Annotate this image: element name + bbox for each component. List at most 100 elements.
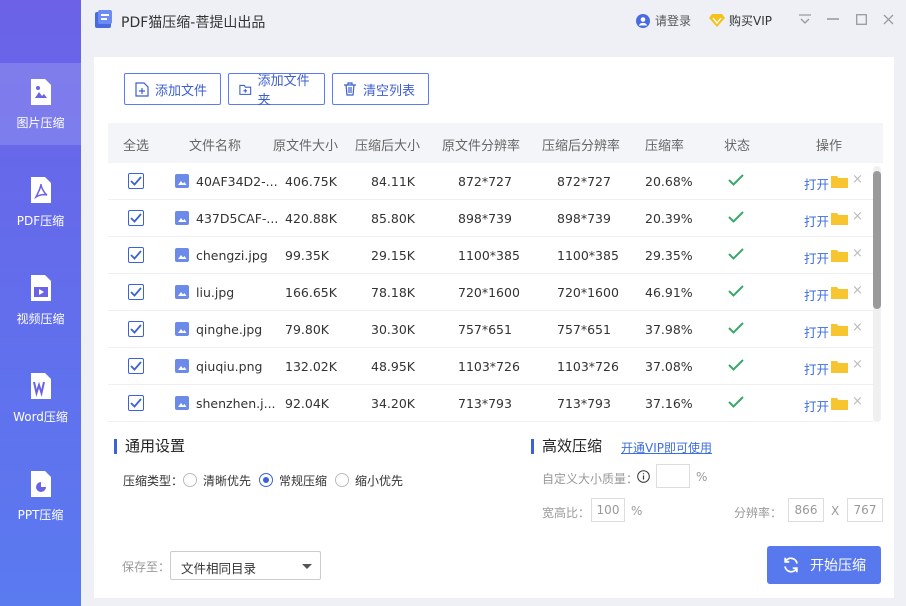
delete-icon[interactable]: × [852, 320, 863, 335]
open-link[interactable]: 打开 [804, 211, 829, 230]
custom-size-input[interactable] [656, 464, 690, 488]
row-checkbox[interactable] [128, 247, 144, 263]
orig-resolution: 872*727 [458, 174, 512, 189]
row-checkbox[interactable] [128, 395, 144, 411]
sidebar-item-ppt[interactable]: PPT压缩 [0, 455, 81, 537]
sidebar-item-word[interactable]: Word压缩 [0, 357, 81, 439]
table-row[interactable]: 40AF34D2-... 406.75K 84.11K 872*727 872*… [108, 163, 873, 200]
info-icon[interactable] [637, 470, 650, 483]
table-row[interactable]: liu.jpg 166.65K 78.18K 720*1600 720*1600… [108, 274, 873, 311]
table-row[interactable]: qinghe.jpg 79.80K 30.30K 757*651 757*651… [108, 311, 873, 348]
radio-clarity[interactable] [183, 473, 197, 487]
radio-normal[interactable] [259, 473, 273, 487]
aspect-input[interactable]: 100 [591, 498, 625, 522]
table-row[interactable]: shenzhen.j... 92.04K 34.20K 713*793 713*… [108, 385, 873, 422]
add-file-label: 添加文件 [155, 83, 208, 99]
row-checkbox[interactable] [128, 321, 144, 337]
close-icon[interactable] [880, 11, 896, 27]
custom-size-label: 自定义大小质量： [542, 472, 639, 486]
new-resolution: 1100*385 [557, 248, 619, 263]
folder-icon[interactable] [831, 286, 848, 299]
orig-size: 420.88K [285, 211, 337, 226]
save-location-value: 文件相同目录 [181, 561, 257, 576]
user-icon [636, 13, 650, 28]
add-file-button[interactable]: 添加文件 [124, 73, 221, 105]
add-folder-button[interactable]: 添加文件夹 [228, 73, 325, 108]
new-resolution: 720*1600 [557, 285, 619, 300]
row-checkbox[interactable] [128, 173, 144, 189]
new-resolution: 898*739 [557, 211, 611, 226]
save-location-select[interactable]: 文件相同目录 [170, 551, 321, 580]
check-icon [728, 322, 744, 337]
save-to-label: 保存至： [122, 560, 171, 574]
trash-icon [344, 82, 356, 96]
compression-ratio: 46.91% [645, 285, 693, 300]
select-all[interactable]: 全选 [123, 135, 149, 154]
folder-icon[interactable] [831, 323, 848, 336]
delete-icon[interactable]: × [852, 209, 863, 224]
row-checkbox[interactable] [128, 210, 144, 226]
delete-icon[interactable]: × [852, 172, 863, 187]
resolution-height-input[interactable]: 767 [847, 498, 883, 522]
resolution-label: 分辨率： [734, 506, 783, 520]
radio-normal-label[interactable]: 常规压缩 [279, 472, 327, 489]
folder-icon[interactable] [831, 360, 848, 373]
orig-resolution: 1103*726 [458, 359, 520, 374]
new-size: 78.18K [371, 285, 415, 300]
orig-resolution: 720*1600 [458, 285, 520, 300]
new-size: 85.80K [371, 211, 415, 226]
open-link[interactable]: 打开 [804, 174, 829, 193]
check-icon [728, 285, 744, 300]
sidebar-item-image[interactable]: 图片压缩 [0, 63, 81, 145]
scrollbar-thumb[interactable] [873, 171, 881, 309]
table-row[interactable]: chengzi.jpg 99.35K 29.15K 1100*385 1100*… [108, 237, 873, 274]
compression-ratio: 20.39% [645, 211, 693, 226]
radio-clarity-label[interactable]: 清晰优先 [203, 472, 251, 489]
open-link[interactable]: 打开 [804, 359, 829, 378]
check-icon [728, 174, 744, 189]
maximize-icon[interactable] [853, 11, 869, 27]
folder-icon[interactable] [831, 397, 848, 410]
orig-resolution: 1100*385 [458, 248, 520, 263]
row-checkbox[interactable] [128, 284, 144, 300]
check-icon [728, 248, 744, 263]
delete-icon[interactable]: × [852, 394, 863, 409]
login-label: 请登录 [655, 14, 692, 28]
open-link[interactable]: 打开 [804, 248, 829, 267]
folder-icon[interactable] [831, 175, 848, 188]
delete-icon[interactable]: × [852, 283, 863, 298]
sidebar-item-pdf[interactable]: PDF压缩 [0, 161, 81, 243]
start-compress-button[interactable]: 开始压缩 [767, 546, 881, 584]
open-vip-link[interactable]: 开通VIP即可使用 [621, 439, 712, 456]
add-folder-label: 添加文件夹 [257, 74, 310, 108]
open-link[interactable]: 打开 [804, 322, 829, 341]
menu-icon[interactable] [797, 11, 813, 27]
sidebar-item-video[interactable]: 视频压缩 [0, 259, 81, 341]
buy-vip-link[interactable]: 购买VIP [709, 12, 772, 29]
login-link[interactable]: 请登录 [636, 12, 691, 29]
chevron-down-icon [302, 564, 312, 569]
open-link[interactable]: 打开 [804, 396, 829, 415]
row-checkbox[interactable] [128, 358, 144, 374]
resolution-width-input[interactable]: 866 [788, 498, 824, 522]
table-row[interactable]: 437D5CAF-... 420.88K 85.80K 898*739 898*… [108, 200, 873, 237]
open-link[interactable]: 打开 [804, 285, 829, 304]
file-name: shenzhen.j... [196, 396, 276, 411]
delete-icon[interactable]: × [852, 246, 863, 261]
folder-icon[interactable] [831, 212, 848, 225]
radio-smaller[interactable] [335, 473, 349, 487]
table-scrollbar[interactable] [873, 166, 881, 422]
file-name: qinghe.jpg [196, 322, 263, 337]
table-row[interactable]: qiuqiu.png 132.02K 48.95K 1103*726 1103*… [108, 348, 873, 385]
compression-ratio: 37.08% [645, 359, 693, 374]
sidebar-item-label: 视频压缩 [16, 311, 65, 326]
delete-icon[interactable]: × [852, 357, 863, 372]
sidebar-item-label: PPT压缩 [17, 507, 64, 522]
radio-smaller-label[interactable]: 缩小优先 [355, 472, 403, 489]
image-file-icon [175, 285, 189, 299]
minimize-icon[interactable] [825, 11, 841, 27]
clear-list-button[interactable]: 清空列表 [332, 73, 429, 105]
file-name: 437D5CAF-... [196, 211, 279, 226]
folder-icon[interactable] [831, 249, 848, 262]
new-size: 48.95K [371, 359, 415, 374]
